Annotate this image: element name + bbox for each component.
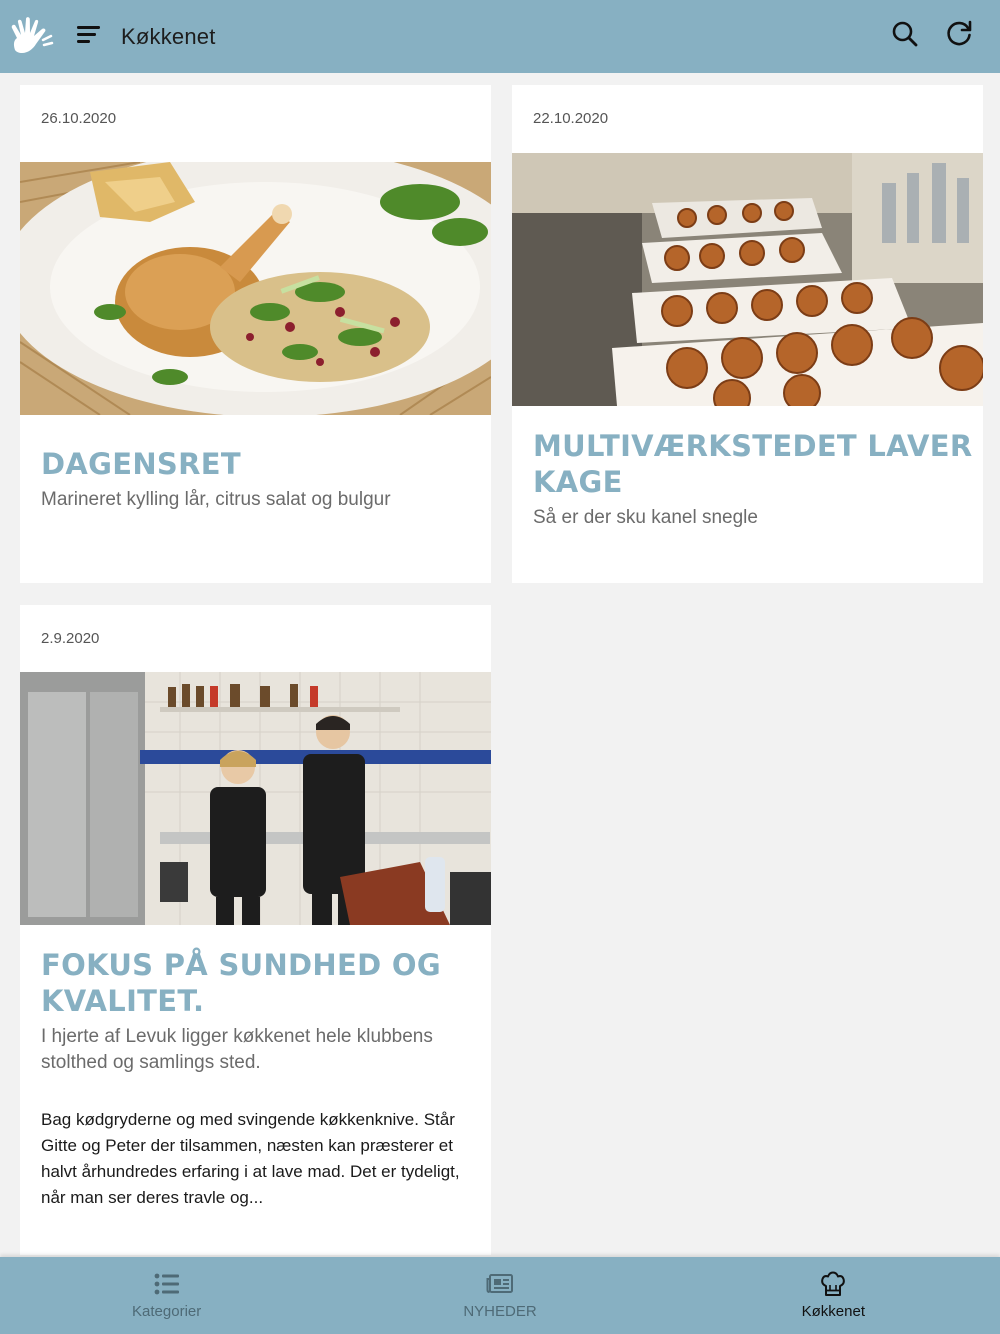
article-title: MULTIVÆRKSTEDET LAVER KAGE — [533, 429, 973, 499]
article-subtitle: Marineret kylling lår, citrus salat og b… — [41, 489, 391, 510]
top-actions — [878, 0, 986, 73]
article-subtitle: I hjerte af Levuk ligger køkkenet hele k… — [41, 1026, 433, 1073]
nav-item-nyheder[interactable]: NYHEDER — [333, 1257, 666, 1334]
refresh-icon — [944, 19, 974, 54]
kitchen-staff-photo — [20, 672, 491, 925]
article-card[interactable]: 22.10.2020 MULTIVÆRKSTEDET LAVER KAGE Så… — [512, 85, 983, 583]
nav-label: Køkkenet — [801, 1303, 865, 1320]
search-icon — [891, 20, 919, 53]
chicken-salad-plate-photo — [20, 162, 491, 415]
article-title: FOKUS PÅ SUNDHED OG KVALITET. — [41, 948, 441, 1018]
refresh-button[interactable] — [932, 0, 986, 73]
hand-logo-icon — [2, 0, 62, 73]
menu-icon — [76, 24, 102, 49]
article-date: 26.10.2020 — [41, 110, 117, 127]
newspaper-icon — [486, 1271, 514, 1297]
nav-item-kategorier[interactable]: Kategorier — [0, 1257, 333, 1334]
search-button[interactable] — [878, 0, 932, 73]
top-app-bar: Køkkenet — [0, 0, 1000, 73]
article-date: 22.10.2020 — [533, 110, 609, 127]
article-date: 2.9.2020 — [41, 630, 100, 647]
article-body: Bag kødgryderne og med svingende køkkenk… — [41, 1110, 460, 1207]
nav-label: Kategorier — [132, 1303, 202, 1320]
article-title: DAGENSRET — [41, 447, 241, 481]
article-subtitle: Så er der sku kanel snegle — [533, 507, 758, 528]
article-card[interactable]: 2.9.2020 FOKUS PÅ SUNDHED OG KVALITET. I… — [20, 605, 491, 1255]
chef-hat-icon — [820, 1271, 846, 1297]
cinnamon-rolls-trays-photo — [512, 153, 983, 406]
list-icon — [154, 1271, 180, 1297]
article-card[interactable]: 26.10.2020 DAGENSRET Marineret kylling l… — [20, 85, 491, 583]
menu-button[interactable] — [64, 0, 114, 73]
nav-item-kokkenet[interactable]: Køkkenet — [667, 1257, 1000, 1334]
nav-label: NYHEDER — [463, 1303, 537, 1320]
page-title: Køkkenet — [121, 23, 216, 49]
bottom-navigation: Kategorier NYHEDER Køkkenet — [0, 1257, 1000, 1334]
